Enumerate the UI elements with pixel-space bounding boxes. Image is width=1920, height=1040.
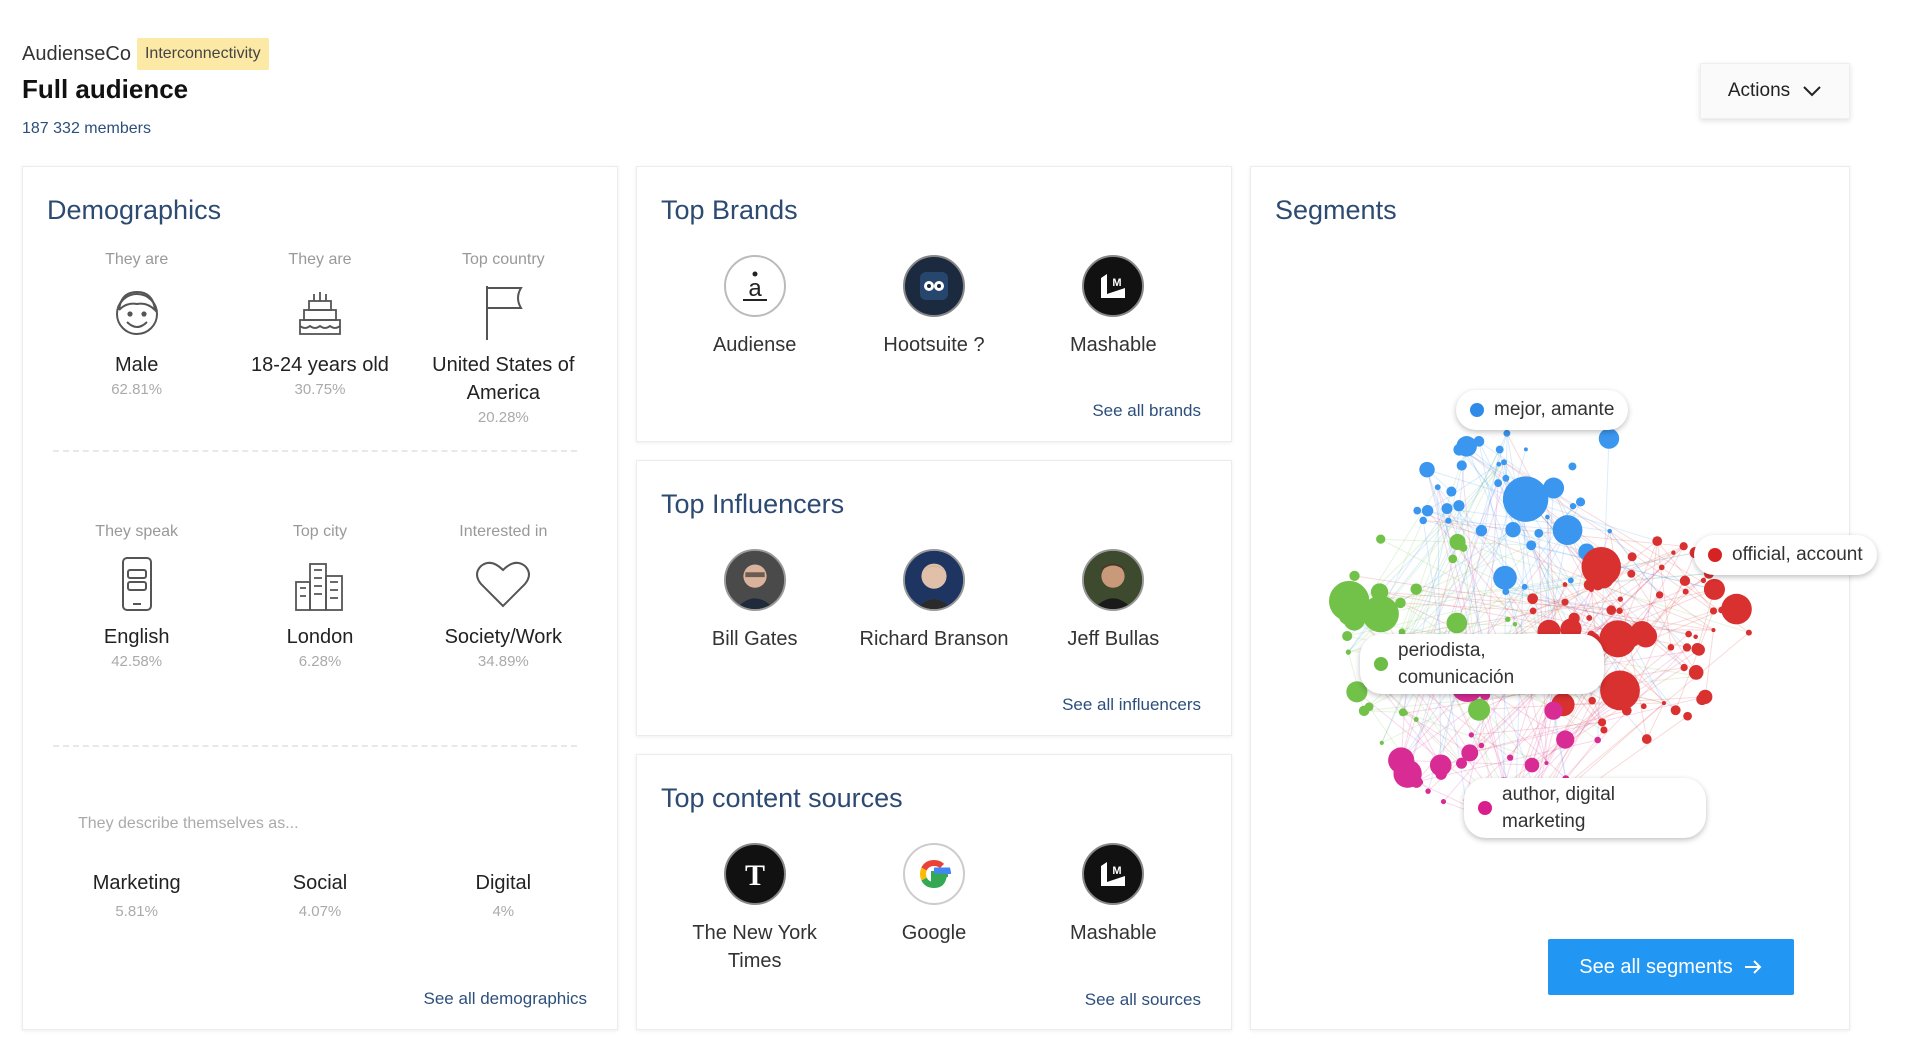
influencers-title: Top Influencers (661, 489, 845, 519)
describe-item: Marketing 5.81% (92, 872, 181, 920)
avatar-icon (723, 549, 786, 611)
birthday-cake-icon (299, 292, 341, 335)
divider (53, 745, 577, 747)
describe-label: They describe themselves as... (78, 815, 299, 832)
interconnectivity-badge: Interconnectivity (136, 38, 269, 70)
mashable-logo-icon: M (1082, 843, 1145, 905)
influencer-item[interactable]: Jeff Bullas (1024, 549, 1203, 653)
arrow-right-icon (1744, 960, 1762, 974)
demographics-title: Demographics (47, 195, 222, 225)
member-count: 187 332 members (22, 120, 151, 137)
top-brands-card: Top Brands a Audiense Hootsuite ? M Mash… (636, 166, 1232, 442)
chevron-down-icon (1803, 86, 1821, 97)
mashable-logo-icon: M (1082, 255, 1145, 317)
source-item[interactable]: Google (844, 843, 1023, 975)
demo-city: Top city London 6.28% (286, 523, 354, 670)
brand-item[interactable]: a Audiense (665, 255, 844, 359)
google-logo-icon (902, 843, 965, 905)
describe-item: Digital 4% (475, 872, 532, 920)
segment-dot (1708, 548, 1722, 562)
see-all-sources-link[interactable]: See all sources (1085, 990, 1201, 1010)
see-all-brands-link[interactable]: See all brands (1092, 401, 1201, 421)
demo-language: They speak English 42.58% (95, 523, 179, 670)
phone-chat-icon (121, 557, 152, 611)
avatar-icon (902, 549, 965, 611)
brands-title: Top Brands (661, 195, 798, 225)
describe-item: Social 4.07% (292, 872, 348, 920)
svg-text:a: a (748, 275, 762, 302)
segment-label-mejor-amante[interactable]: mejor, amante (1456, 390, 1629, 430)
see-all-segments-button[interactable]: See all segments (1548, 939, 1794, 995)
brand-item[interactable]: M Mashable (1024, 255, 1203, 359)
page-title: Full audience (22, 74, 189, 104)
source-item[interactable]: T The New York Times (665, 843, 844, 975)
brand-item[interactable]: Hootsuite ? (844, 255, 1023, 359)
demo-gender: They are Male 62.81% (105, 251, 169, 398)
hootsuite-owl-icon (902, 255, 965, 317)
see-all-demographics-link[interactable]: See all demographics (424, 989, 587, 1009)
audiense-logo-icon: a (723, 255, 786, 317)
city-buildings-icon (295, 563, 343, 611)
divider (53, 450, 577, 452)
actions-button[interactable]: Actions (1700, 63, 1850, 119)
demo-country: Top country United States of America 20.… (432, 251, 575, 426)
segment-dot (1374, 657, 1388, 671)
demographics-card: Demographics They are Male 62.81% They a… (22, 166, 618, 1030)
see-all-influencers-link[interactable]: See all influencers (1062, 695, 1201, 715)
influencer-item[interactable]: Richard Branson (844, 549, 1023, 653)
influencer-item[interactable]: Bill Gates (665, 549, 844, 653)
segment-dot (1470, 403, 1484, 417)
top-influencers-card: Top Influencers Bill Gates Richard Brans… (636, 460, 1232, 736)
segments-card: Segments (1250, 166, 1850, 1030)
demo-interest: Interested in Society/Work 34.89% (444, 523, 563, 670)
org-name: AudienseCo (22, 42, 131, 65)
male-face-icon (115, 290, 158, 335)
segment-dot (1478, 801, 1492, 815)
segments-title: Segments (1275, 195, 1397, 225)
segment-label-periodista-comunicacion[interactable]: periodista, comunicación (1360, 634, 1604, 694)
svg-text:M: M (1113, 277, 1122, 289)
heart-icon (476, 561, 531, 608)
segment-label-official-account[interactable]: official, account (1694, 535, 1877, 575)
demo-age: They are 18-24 years old 30.75% (251, 251, 389, 398)
actions-label: Actions (1727, 80, 1791, 101)
avatar-icon (1082, 549, 1145, 611)
top-sources-card: Top content sources T The New York Times… (636, 754, 1232, 1030)
svg-text:M: M (1113, 865, 1122, 877)
audience-header: AudienseCo Interconnectivity (22, 38, 269, 70)
segment-label-author-digital-marketing[interactable]: author, digital marketing (1464, 778, 1706, 838)
flag-icon (486, 286, 524, 340)
svg-text:T: T (745, 859, 765, 892)
sources-title: Top content sources (661, 783, 903, 813)
nyt-logo-icon: T (723, 843, 786, 905)
source-item[interactable]: M Mashable (1024, 843, 1203, 975)
